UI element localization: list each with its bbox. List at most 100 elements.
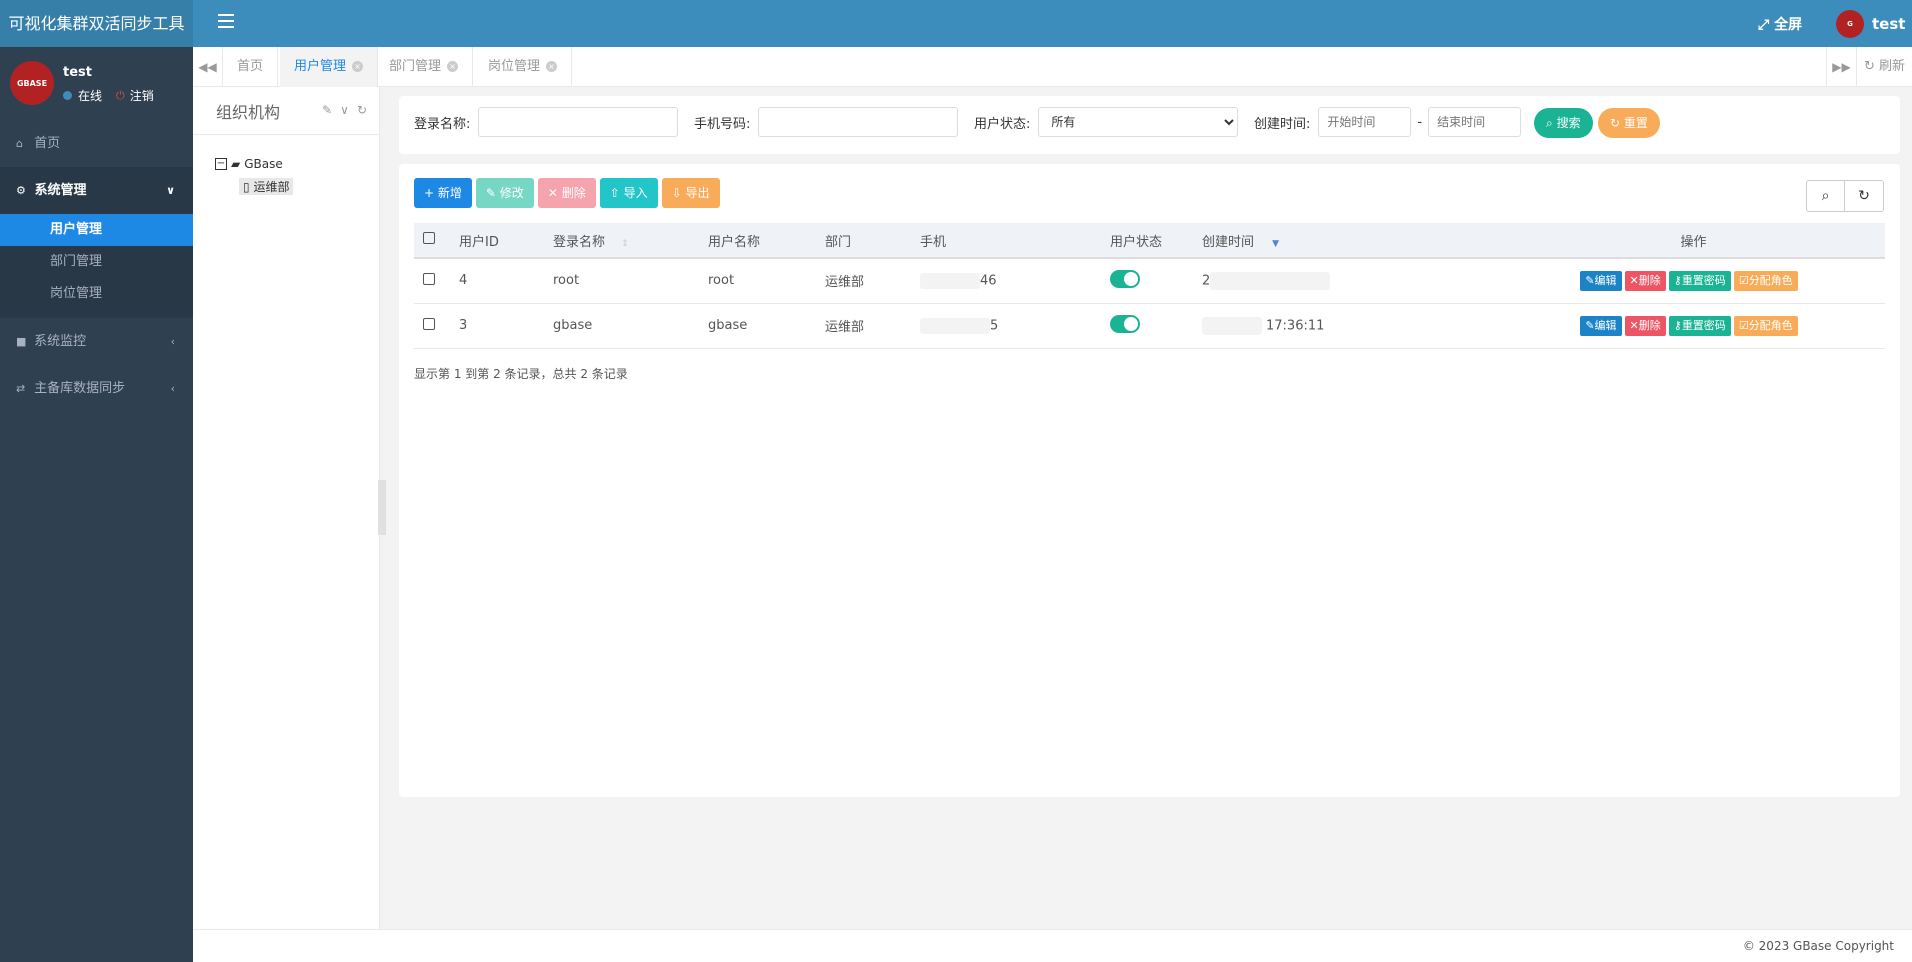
row-assign-role-button[interactable]: ☑分配角色 [1733,315,1798,336]
org-tree: − ▰ GBase ▯ 运维部 [215,153,294,197]
export-button[interactable]: ⇩ 导出 [661,178,720,208]
col-phone[interactable]: 手机 [911,223,1101,258]
org-panel-title: 组织机构 [216,103,281,122]
login-name-input[interactable] [478,107,679,137]
status-label: 用户状态: [974,116,1031,132]
sidebar-item-system[interactable]: ⚙ 系统管理 ∨ [0,167,193,214]
import-button[interactable]: ⇧ 导入 [599,178,658,208]
tab-post-management[interactable]: 岗位管理 × [474,47,573,87]
sidebar-item-post-management[interactable]: 岗位管理 [0,278,193,310]
cell-user-name: gbase [699,303,816,349]
row-edit-button[interactable]: ✎编辑 [1580,270,1622,291]
refresh-tab-button[interactable]: ↻ 刷新 [1856,47,1912,87]
close-icon[interactable]: × [447,61,459,72]
row-reset-password-button[interactable]: ⚷重置密码 [1668,315,1731,336]
refresh-icon[interactable]: ↻ [1845,180,1884,212]
cell-created: 2 [1193,258,1493,304]
col-created[interactable]: 创建时间 ▼ [1193,223,1493,258]
cell-login-name: gbase [544,303,699,349]
tab-scroll-right-icon[interactable]: ▶▶ [1826,47,1856,87]
status-toggle[interactable] [1110,314,1140,333]
user-table: 用户ID 登录名称 ⇕ 用户名称 部门 手机 用户状态 创建时间 ▼ 操作 4 … [414,223,1885,349]
col-user-name[interactable]: 用户名称 [699,223,816,258]
fullscreen-button[interactable]: ⤢ 全屏 [1758,14,1802,34]
search-icon[interactable]: ⌕ [1806,180,1845,212]
edit-icon: ✎ [1585,318,1595,332]
panel-collapse-handle[interactable] [378,480,386,535]
check-square-icon: ☑ [1738,273,1749,287]
tab-scroll-left-icon[interactable]: ◀◀ [193,47,223,87]
created-label: 创建时间: [1254,116,1311,132]
phone-input[interactable] [758,107,959,137]
close-icon: ✕ [1629,273,1639,287]
user-menu[interactable]: G test [1836,10,1905,38]
login-name-label: 登录名称: [414,116,471,132]
refresh-icon: ↻ [1863,59,1875,74]
sidebar-item-sync[interactable]: ⇄ 主备库数据同步 ‹ [0,365,193,412]
footer: © 2023 GBase Copyright [193,929,1912,962]
online-label: 在线 [78,89,103,103]
col-dept[interactable]: 部门 [816,223,911,258]
collapse-icon[interactable]: − [215,158,227,170]
download-icon: ⇩ [671,186,682,200]
end-date-input[interactable] [1428,107,1522,137]
table-row[interactable]: 3 gbase gbase 运维部 5 17:36:11 ✎编辑 ✕删除 ⚷重置… [414,303,1885,349]
tab-user-management[interactable]: 用户管理 × [280,47,379,87]
cell-created: 17:36:11 [1193,303,1493,349]
col-login-name[interactable]: 登录名称 ⇕ [544,223,699,258]
sidebar-submenu: 用户管理 部门管理 岗位管理 [0,214,193,318]
status-toggle[interactable] [1110,269,1140,288]
cell-dept: 运维部 [816,303,911,349]
sidebar: GBASE test 在线 ⏻ 注销 ⌂ 首页 ⚙ 系统管理 ∨ 用户管理 部门… [0,47,193,962]
row-checkbox[interactable] [423,272,435,285]
tree-node-root[interactable]: − ▰ GBase [215,153,293,175]
row-delete-button[interactable]: ✕删除 [1624,315,1666,336]
select-all-checkbox[interactable] [423,232,435,244]
row-checkbox[interactable] [423,317,435,330]
search-button[interactable]: ⌕ 搜索 [1534,108,1593,138]
close-icon[interactable]: × [546,61,558,72]
edit-icon: ✎ [1585,273,1595,287]
refresh-icon[interactable]: ↻ [357,103,367,117]
col-status[interactable]: 用户状态 [1101,223,1193,258]
key-icon: ⚷ [1673,273,1682,287]
tab-dept-management[interactable]: 部门管理 × [375,47,474,87]
refresh-icon: ↻ [1610,116,1621,130]
col-actions: 操作 [1680,234,1707,250]
logout-icon[interactable]: ⏻ [116,89,125,103]
tree-node-child[interactable]: ▯ 运维部 [215,175,294,197]
table-row[interactable]: 4 root root 运维部 46 2 ✎编辑 ✕删除 ⚷重置密码 ☑分配角色 [414,258,1885,304]
sidebar-item-dept-management[interactable]: 部门管理 [0,246,193,278]
sidebar-item-user-management[interactable]: 用户管理 [0,214,193,246]
tab-home[interactable]: 首页 [223,47,279,87]
menu-toggle-icon[interactable] [218,14,234,28]
online-dot-icon [63,91,72,100]
phone-field-group: 手机号码: [694,107,959,137]
status-select[interactable]: 所有 [1038,107,1239,137]
cell-status [1101,258,1193,304]
col-user-id[interactable]: 用户ID [450,223,544,258]
top-navbar: 可视化集群双活同步工具 ⤢ 全屏 G test [0,0,1912,47]
delete-button[interactable]: ✕ 删除 [537,178,596,208]
plus-icon: + [424,186,435,200]
edit-icon[interactable]: ✎ [322,103,332,117]
logout-link[interactable]: 注销 [130,87,154,104]
row-reset-password-button[interactable]: ⚷重置密码 [1668,270,1731,291]
chevron-down-icon[interactable]: ∨ [340,103,349,117]
login-name-field-group: 登录名称: [414,107,679,137]
edit-button[interactable]: ✎ 修改 [475,178,534,208]
start-date-input[interactable] [1318,107,1412,137]
add-button[interactable]: + 新增 [414,178,472,208]
check-square-icon: ☑ [1738,318,1749,332]
user-status: 在线 ⏻ 注销 [63,87,154,104]
sidebar-item-monitor[interactable]: ■ 系统监控 ‹ [0,318,193,365]
row-assign-role-button[interactable]: ☑分配角色 [1733,270,1798,291]
file-icon: ▯ [243,179,250,194]
reset-button[interactable]: ↻ 重置 [1598,108,1660,138]
close-icon[interactable]: × [352,61,364,72]
folder-open-icon: ▰ [231,157,241,171]
cell-user-id: 3 [450,303,544,349]
row-edit-button[interactable]: ✎编辑 [1580,315,1622,336]
row-delete-button[interactable]: ✕删除 [1624,270,1666,291]
sidebar-item-home[interactable]: ⌂ 首页 [0,120,193,167]
